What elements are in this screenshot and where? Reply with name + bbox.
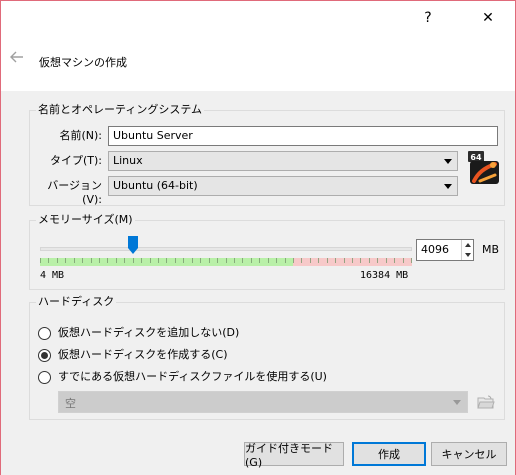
memory-slider-track[interactable] xyxy=(40,247,412,251)
memory-spin-buttons xyxy=(461,240,473,260)
memory-slider-thumb[interactable] xyxy=(127,236,138,254)
name-label: 名前(N): xyxy=(59,129,102,142)
dialog-body: 名前とオペレーティングシステム 名前(N): Ubuntu Server タイプ… xyxy=(1,91,515,435)
radio-no-disk[interactable]: 仮想ハードディスクを追加しない(D) xyxy=(38,325,239,341)
hard-disk-group-label: ハードディスク xyxy=(36,295,117,309)
memory-spinbox-value[interactable]: 4096 xyxy=(421,243,449,257)
close-button[interactable]: ✕ xyxy=(465,1,511,35)
version-select[interactable]: Ubuntu (64-bit) xyxy=(108,176,458,196)
radio-button[interactable] xyxy=(38,370,51,384)
back-arrow-icon[interactable] xyxy=(9,49,25,65)
version-label: バージョン(V): xyxy=(47,179,102,206)
type-select[interactable]: Linux xyxy=(108,151,458,171)
chevron-down-icon xyxy=(453,400,461,405)
os-icon-badge: 64 xyxy=(470,153,482,162)
type-label: タイプ(T): xyxy=(49,154,102,167)
hard-disk-group: ハードディスク 仮想ハードディスクを追加しない(D) 仮想ハードディスクを作成す… xyxy=(29,295,505,420)
radio-label: すでにある仮想ハードディスクファイルを使用する(U) xyxy=(58,370,327,383)
radio-existing-disk[interactable]: すでにある仮想ハードディスクファイルを使用する(U) xyxy=(38,369,327,385)
type-select-value: Linux xyxy=(113,154,143,167)
existing-disk-value: 空 xyxy=(65,397,76,410)
ubuntu-64-os-icon: 64 xyxy=(468,151,500,185)
memory-group: メモリーサイズ(M) 4 MB 16384 MB 4096 MB xyxy=(29,213,505,290)
radio-button[interactable] xyxy=(38,348,51,362)
existing-disk-select: 空 xyxy=(58,391,468,413)
folder-open-icon xyxy=(477,395,495,409)
name-input[interactable]: Ubuntu Server xyxy=(108,126,498,146)
memory-spinbox[interactable]: 4096 xyxy=(416,239,474,261)
radio-create-disk[interactable]: 仮想ハードディスクを作成する(C) xyxy=(38,347,228,363)
chevron-down-icon xyxy=(444,184,452,189)
radio-button[interactable] xyxy=(38,326,51,340)
version-select-value: Ubuntu (64-bit) xyxy=(113,179,198,192)
guided-mode-button[interactable]: ガイド付きモード(G) xyxy=(244,442,344,469)
memory-slider-scale xyxy=(40,258,412,266)
title-bar: ? ✕ xyxy=(1,1,515,35)
name-os-group-label: 名前とオペレーティングシステム xyxy=(36,103,205,117)
radio-label: 仮想ハードディスクを作成する(C) xyxy=(58,348,228,361)
name-os-group: 名前とオペレーティングシステム 名前(N): Ubuntu Server タイプ… xyxy=(29,103,505,206)
memory-unit-label: MB xyxy=(482,243,500,256)
memory-min-label: 4 MB xyxy=(40,270,65,281)
memory-max-label: 16384 MB xyxy=(360,270,409,281)
create-button[interactable]: 作成 xyxy=(352,442,426,466)
spin-down-button[interactable] xyxy=(462,250,473,260)
spin-up-button[interactable] xyxy=(462,240,473,250)
cancel-button[interactable]: キャンセル xyxy=(431,442,507,466)
arrow-up-icon xyxy=(464,243,471,247)
dialog-footer: ガイド付きモード(G) 作成 キャンセル xyxy=(1,435,515,475)
arrow-down-icon xyxy=(464,253,471,257)
chevron-down-icon xyxy=(444,159,452,164)
radio-label: 仮想ハードディスクを追加しない(D) xyxy=(58,326,240,339)
page-title: 仮想マシンの作成 xyxy=(39,56,127,69)
create-vm-dialog: ? ✕ 仮想マシンの作成 名前とオペレーティングシステム 名前(N): Ubun… xyxy=(0,0,516,475)
memory-group-label: メモリーサイズ(M) xyxy=(36,213,135,227)
help-button[interactable]: ? xyxy=(405,1,451,35)
